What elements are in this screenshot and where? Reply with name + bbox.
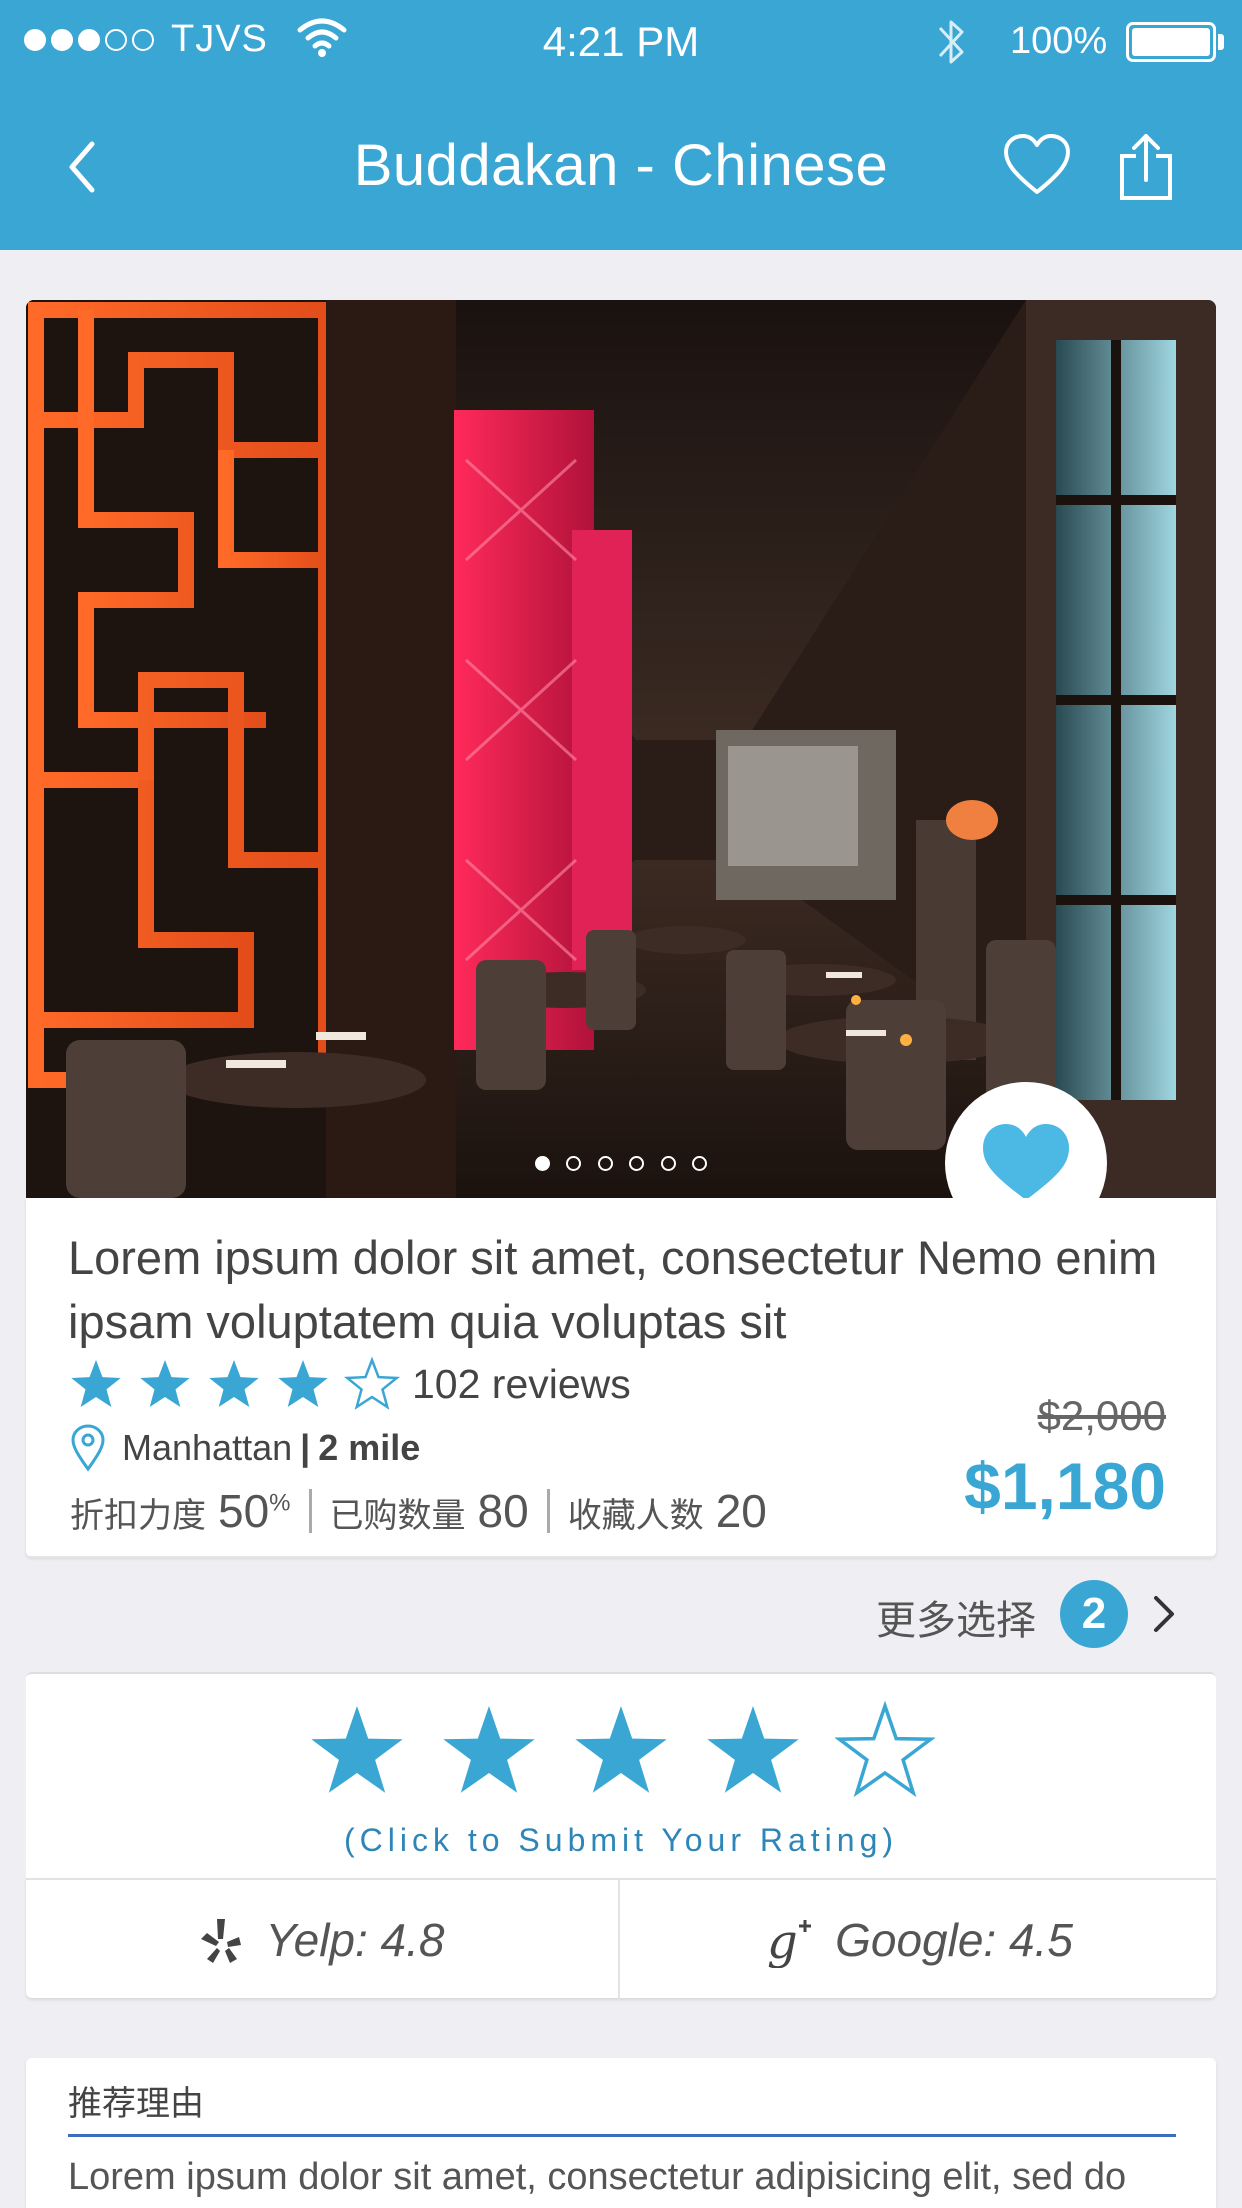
star-filled-icon	[71, 1360, 121, 1407]
deal-description: Lorem ipsum dolor sit amet, consectetur …	[68, 1231, 1158, 1348]
battery-percent: 100%	[1010, 20, 1108, 62]
divider	[546, 1489, 550, 1533]
distance: 2 mile	[318, 1427, 421, 1468]
recommendation-title: 推荐理由	[68, 2085, 204, 2123]
star-filled-icon	[278, 1360, 328, 1407]
star-filled-icon	[209, 1360, 259, 1407]
recommendation-card: 推荐理由 Lorem ipsum dolor sit amet, consect…	[26, 2058, 1216, 2208]
svg-text:g: g	[767, 1914, 798, 1968]
divider	[308, 1489, 312, 1533]
rating-row: 102 reviews	[68, 1356, 631, 1412]
star-filled-icon[interactable]	[571, 1700, 671, 1800]
navigation-bar: Buddakan - Chinese	[0, 84, 1242, 250]
heart-icon	[983, 1124, 1069, 1198]
more-options-row[interactable]: 更多选择 2	[26, 1556, 1216, 1668]
recommendation-text: Lorem ipsum dolor sit amet, consectetur …	[68, 2156, 1127, 2198]
yelp-score-text: Yelp: 4.8	[265, 1914, 445, 1966]
location-pin-icon	[71, 1424, 105, 1472]
deal-info-card: Lorem ipsum dolor sit amet, consectetur …	[26, 1198, 1216, 1648]
bought-value: 80	[477, 1485, 529, 1537]
rating-hint: (Click to Submit Your Rating)	[343, 1822, 899, 1858]
bluetooth-icon	[938, 20, 964, 64]
more-options-count: 2	[1060, 1580, 1128, 1648]
chevron-right-icon	[1154, 1596, 1174, 1632]
yelp-score[interactable]: Yelp: 4.8	[26, 1880, 620, 2000]
restaurant-photo[interactable]	[26, 300, 1216, 1198]
bought-label: 已购数量	[329, 1497, 466, 1535]
star-filled-icon[interactable]	[703, 1700, 803, 1800]
pager-dot[interactable]	[660, 1156, 676, 1171]
star-rating	[71, 1356, 401, 1410]
location-row: Manhattan | 2 mile	[68, 1423, 420, 1473]
battery-tip	[1218, 34, 1224, 50]
pager-dot[interactable]	[534, 1156, 550, 1171]
saved-label: 收藏人数	[567, 1497, 704, 1535]
sale-price: $1,180	[964, 1449, 1166, 1523]
battery-icon	[1126, 22, 1216, 62]
status-bar: TJVS 4:21 PM 100%	[0, 0, 1242, 84]
google-plus-icon: g	[767, 1914, 812, 1968]
star-empty-icon[interactable]	[835, 1700, 935, 1800]
restaurant-interior-image	[26, 300, 1216, 1198]
pager-dot[interactable]	[566, 1156, 582, 1171]
rating-submit-card: (Click to Submit Your Rating)	[26, 1672, 1216, 1878]
location-name: Manhattan	[122, 1427, 293, 1468]
pager-dot[interactable]	[629, 1156, 645, 1171]
pager-dot[interactable]	[692, 1156, 708, 1171]
deal-stats: 折扣力度 50% 已购数量 80 收藏人数 20	[70, 1484, 767, 1538]
star-filled-icon[interactable]	[439, 1700, 539, 1800]
yelp-icon	[201, 1919, 242, 1963]
rating-input[interactable]	[26, 1700, 1216, 1800]
favorite-button[interactable]	[1002, 132, 1072, 198]
section-underline	[68, 2134, 1176, 2137]
star-filled-icon	[140, 1360, 190, 1407]
google-score-text: Google: 4.5	[835, 1914, 1073, 1966]
review-count: 102 reviews	[412, 1360, 631, 1407]
more-options-label: 更多选择	[876, 1599, 1036, 1643]
pager-dot[interactable]	[597, 1156, 613, 1171]
external-scores: Yelp: 4.8 g Google: 4.5	[26, 1878, 1216, 2000]
star-empty-icon	[343, 1356, 401, 1410]
location-divider: |	[300, 1427, 311, 1468]
discount-value: 50%	[218, 1485, 291, 1537]
google-score[interactable]: g Google: 4.5	[622, 1880, 1216, 2000]
star-filled-icon[interactable]	[307, 1700, 407, 1800]
share-button[interactable]	[1118, 132, 1174, 202]
favorite-badge[interactable]	[945, 1082, 1107, 1198]
discount-label: 折扣力度	[70, 1497, 206, 1535]
saved-value: 20	[715, 1485, 767, 1537]
original-price: $2,000	[1037, 1392, 1166, 1439]
